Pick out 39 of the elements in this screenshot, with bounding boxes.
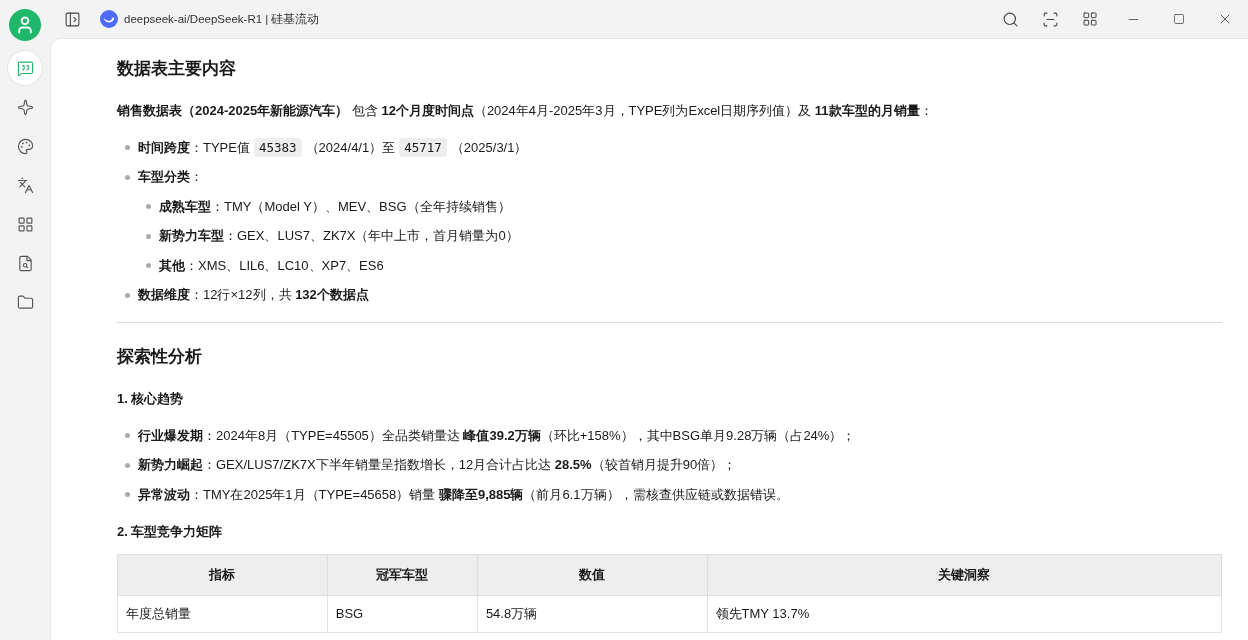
section-heading: 探索性分析 <box>117 346 203 368</box>
window-title: deepseek-ai/DeepSeek-R1 | 硅基流动 <box>124 11 321 27</box>
table-cell: 54.8万辆 <box>477 595 707 632</box>
table-cell: BSG <box>327 595 478 632</box>
whale-logo-icon <box>100 10 118 28</box>
bullet-dot <box>146 233 151 239</box>
paragraph: 销售数据表（2024-2025年新能源汽车） 包含 12个月度时间点（2024年4月-2025年3月，TYPE列为Excel日期序列值）及 11款车型的月销量： <box>117 102 934 120</box>
bullet-dot <box>125 492 130 498</box>
list-text: 成熟车型：TMY（Model Y）、MEV、BSG（全年持续销售） <box>159 197 511 216</box>
subsection-heading: 2. 车型竞争力矩阵 <box>117 522 224 541</box>
inline-code: 45717 <box>399 138 447 158</box>
table-cell: 年度总销量 <box>117 595 328 632</box>
subsection-heading: 1. 核心趋势 <box>117 390 185 408</box>
bullet-dot <box>125 174 130 180</box>
bullet-dot <box>125 145 130 151</box>
list-text: 车型分类： <box>138 168 203 187</box>
bullet-dot <box>146 204 151 210</box>
list-text: 行业爆发期：2024年8月（TYPE=45505）全品类销量达 峰值39.2万辆（环比+158%），其中BSG单月9.28万辆（占24%）； <box>138 426 856 445</box>
bullet-dot <box>125 433 130 439</box>
chat-icon[interactable] <box>8 51 42 85</box>
list-text: 新势力崛起：GEX/LUS7/ZK7X下半年销量呈指数增长，12月合计占比达 28.5%（较首销月提升90倍）； <box>138 456 737 475</box>
table-header-cell: 冠军车型 <box>327 554 478 595</box>
bullet-dot <box>125 292 130 298</box>
list-text: 新势力车型：GEX、LUS7、ZK7X（年中上市，首月销量为0） <box>159 227 519 246</box>
inline-code: 45383 <box>253 138 302 158</box>
list-text: 时间跨度：TYPE值 <box>138 138 250 157</box>
table-header-cell: 关键洞察 <box>707 554 1222 595</box>
bullet-dot <box>125 462 130 468</box>
list-text: 其他：XMS、LIL6、LC10、XP7、ES6 <box>159 256 384 275</box>
bullet-dot <box>146 263 151 269</box>
section-heading: 数据表主要内容 <box>117 58 237 80</box>
table-header-cell: 数值 <box>477 554 707 595</box>
table-header-cell: 指标 <box>117 554 328 595</box>
user-avatar-icon[interactable] <box>9 9 41 41</box>
table-cell: 领先TMY 13.7% <box>707 595 1222 632</box>
list-text: 数据维度：12行×12列，共 132个数据点 <box>138 286 369 305</box>
list-text: （2025/3/1） <box>450 138 528 157</box>
list-text: 异常波动：TMY在2025年1月（TYPE=45658）销量 骤降至9,885辆（前月6.1万辆），需核查供应链或数据错误。 <box>138 485 789 504</box>
list-text: （2024/4/1）至 <box>305 138 396 157</box>
